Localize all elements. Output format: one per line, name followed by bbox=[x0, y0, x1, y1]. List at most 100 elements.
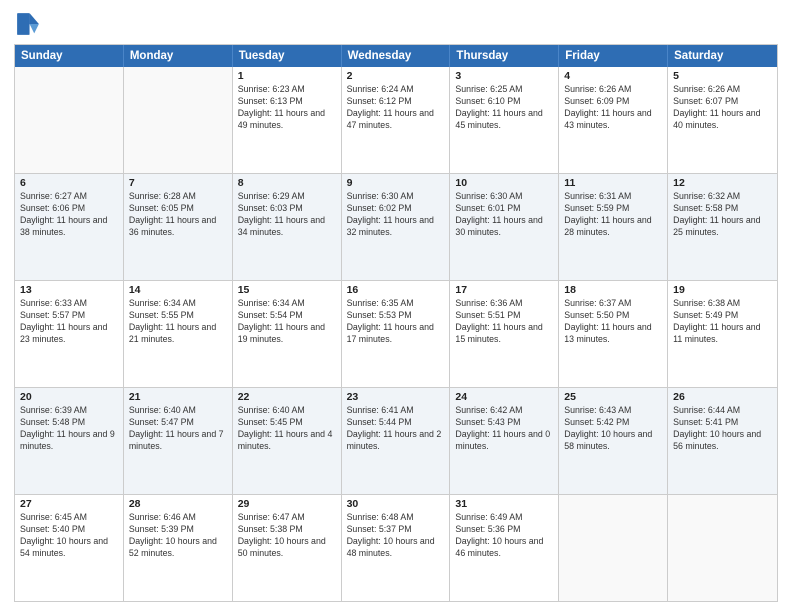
calendar-cell: 31Sunrise: 6:49 AMSunset: 5:36 PMDayligh… bbox=[450, 495, 559, 601]
sunrise-text: Sunrise: 6:26 AM bbox=[673, 84, 772, 96]
calendar-cell: 12Sunrise: 6:32 AMSunset: 5:58 PMDayligh… bbox=[668, 174, 777, 280]
sunrise-text: Sunrise: 6:29 AM bbox=[238, 191, 336, 203]
calendar-cell: 24Sunrise: 6:42 AMSunset: 5:43 PMDayligh… bbox=[450, 388, 559, 494]
sunrise-text: Sunrise: 6:37 AM bbox=[564, 298, 662, 310]
sunset-text: Sunset: 6:06 PM bbox=[20, 203, 118, 215]
calendar-cell: 5Sunrise: 6:26 AMSunset: 6:07 PMDaylight… bbox=[668, 67, 777, 173]
sunset-text: Sunset: 5:51 PM bbox=[455, 310, 553, 322]
sunset-text: Sunset: 5:36 PM bbox=[455, 524, 553, 536]
calendar-row: 13Sunrise: 6:33 AMSunset: 5:57 PMDayligh… bbox=[15, 280, 777, 387]
day-number: 21 bbox=[129, 391, 227, 403]
calendar-cell: 6Sunrise: 6:27 AMSunset: 6:06 PMDaylight… bbox=[15, 174, 124, 280]
daylight-text: Daylight: 11 hours and 40 minutes. bbox=[673, 108, 772, 132]
day-number: 25 bbox=[564, 391, 662, 403]
calendar-cell: 25 Sunrise: 6:43 AMSunset: 5:42 PMDayligh… bbox=[559, 388, 668, 494]
day-number: 9 bbox=[347, 177, 445, 189]
sunrise-text: Sunrise: 6:38 AM bbox=[673, 298, 772, 310]
day-number: 29 bbox=[238, 498, 336, 510]
sunset-text: Sunset: 6:12 PM bbox=[347, 96, 445, 108]
sunrise-text: Sunrise: 6:39 AM bbox=[20, 405, 118, 417]
logo-icon bbox=[14, 10, 42, 38]
sunset-text: Sunset: 5:42 PM bbox=[564, 417, 662, 429]
sunrise-text: Sunrise: 6:25 AM bbox=[455, 84, 553, 96]
day-number: 15 bbox=[238, 284, 336, 296]
calendar-cell: 2 Sunrise: 6:24 AMSunset: 6:12 PMDaylight… bbox=[342, 67, 451, 173]
daylight-text: Daylight: 11 hours and 9 minutes. bbox=[20, 429, 118, 453]
calendar-cell: 30Sunrise: 6:48 AMSunset: 5:37 PMDayligh… bbox=[342, 495, 451, 601]
daylight-text: Daylight: 11 hours and 38 minutes. bbox=[20, 215, 118, 239]
day-number: 17 bbox=[455, 284, 553, 296]
calendar: SundayMondayTuesdayWednesdayThursdayFrid… bbox=[14, 44, 778, 602]
sunset-text: Sunset: 5:39 PM bbox=[129, 524, 227, 536]
calendar-cell: 9Sunrise: 6:30 AMSunset: 6:02 PMDaylight… bbox=[342, 174, 451, 280]
daylight-text: Daylight: 10 hours and 58 minutes. bbox=[564, 429, 662, 453]
header bbox=[14, 10, 778, 38]
sunset-text: Sunset: 5:41 PM bbox=[673, 417, 772, 429]
sunset-text: Sunset: 5:40 PM bbox=[20, 524, 118, 536]
calendar-cell: 21Sunrise: 6:40 AMSunset: 5:47 PMDayligh… bbox=[124, 388, 233, 494]
day-number: 13 bbox=[20, 284, 118, 296]
calendar-cell: 28Sunrise: 6:46 AMSunset: 5:39 PMDayligh… bbox=[124, 495, 233, 601]
daylight-text: Daylight: 11 hours and 34 minutes. bbox=[238, 215, 336, 239]
day-number: 4 bbox=[564, 70, 662, 82]
day-number: 16 bbox=[347, 284, 445, 296]
sunset-text: Sunset: 5:49 PM bbox=[673, 310, 772, 322]
calendar-cell: 23Sunrise: 6:41 AMSunset: 5:44 PMDayligh… bbox=[342, 388, 451, 494]
sunrise-text: Sunrise: 6:47 AM bbox=[238, 512, 336, 524]
sunrise-text: Sunrise: 6:33 AM bbox=[20, 298, 118, 310]
day-number: 26 bbox=[673, 391, 772, 403]
sunset-text: Sunset: 6:10 PM bbox=[455, 96, 553, 108]
calendar-cell: 16Sunrise: 6:35 AMSunset: 5:53 PMDayligh… bbox=[342, 281, 451, 387]
day-number: 30 bbox=[347, 498, 445, 510]
calendar-row: 1Sunrise: 6:23 AMSunset: 6:13 PMDaylight… bbox=[15, 67, 777, 173]
day-number: 22 bbox=[238, 391, 336, 403]
daylight-text: Daylight: 11 hours and 36 minutes. bbox=[129, 215, 227, 239]
sunrise-text: Sunrise: 6:23 AM bbox=[238, 84, 336, 96]
sunrise-text: Sunrise: 6:30 AM bbox=[347, 191, 445, 203]
daylight-text: Daylight: 10 hours and 48 minutes. bbox=[347, 536, 445, 560]
calendar-cell bbox=[15, 67, 124, 173]
weekday-header: Thursday bbox=[450, 45, 559, 67]
calendar-cell: 8Sunrise: 6:29 AMSunset: 6:03 PMDaylight… bbox=[233, 174, 342, 280]
sunrise-text: Sunrise: 6:36 AM bbox=[455, 298, 553, 310]
daylight-text: Daylight: 11 hours and 2 minutes. bbox=[347, 429, 445, 453]
calendar-cell: 13Sunrise: 6:33 AMSunset: 5:57 PMDayligh… bbox=[15, 281, 124, 387]
day-number: 23 bbox=[347, 391, 445, 403]
day-number: 19 bbox=[673, 284, 772, 296]
sunrise-text: Sunrise: 6:24 AM bbox=[347, 84, 445, 96]
calendar-body: 1Sunrise: 6:23 AMSunset: 6:13 PMDaylight… bbox=[15, 67, 777, 601]
calendar-cell: 19 Sunrise: 6:38 AMSunset: 5:49 PMDayligh… bbox=[668, 281, 777, 387]
sunset-text: Sunset: 6:02 PM bbox=[347, 203, 445, 215]
sunset-text: Sunset: 5:38 PM bbox=[238, 524, 336, 536]
calendar-row: 20Sunrise: 6:39 AMSunset: 5:48 PMDayligh… bbox=[15, 387, 777, 494]
calendar-cell: 3Sunrise: 6:25 AMSunset: 6:10 PMDaylight… bbox=[450, 67, 559, 173]
day-number: 2 bbox=[347, 70, 445, 82]
calendar-cell: 27Sunrise: 6:45 AMSunset: 5:40 PMDayligh… bbox=[15, 495, 124, 601]
sunrise-text: Sunrise: 6:34 AM bbox=[238, 298, 336, 310]
sunset-text: Sunset: 6:01 PM bbox=[455, 203, 553, 215]
daylight-text: Daylight: 11 hours and 0 minutes. bbox=[455, 429, 553, 453]
calendar-header: SundayMondayTuesdayWednesdayThursdayFrid… bbox=[15, 45, 777, 67]
calendar-cell: 15Sunrise: 6:34 AMSunset: 5:54 PMDayligh… bbox=[233, 281, 342, 387]
weekday-header: Saturday bbox=[668, 45, 777, 67]
sunset-text: Sunset: 5:43 PM bbox=[455, 417, 553, 429]
weekday-header: Tuesday bbox=[233, 45, 342, 67]
calendar-cell: 17Sunrise: 6:36 AMSunset: 5:51 PMDayligh… bbox=[450, 281, 559, 387]
sunset-text: Sunset: 6:09 PM bbox=[564, 96, 662, 108]
sunrise-text: Sunrise: 6:43 AM bbox=[564, 405, 662, 417]
daylight-text: Daylight: 11 hours and 17 minutes. bbox=[347, 322, 445, 346]
sunset-text: Sunset: 5:48 PM bbox=[20, 417, 118, 429]
daylight-text: Daylight: 11 hours and 11 minutes. bbox=[673, 322, 772, 346]
daylight-text: Daylight: 11 hours and 47 minutes. bbox=[347, 108, 445, 132]
calendar-cell: 11Sunrise: 6:31 AMSunset: 5:59 PMDayligh… bbox=[559, 174, 668, 280]
daylight-text: Daylight: 11 hours and 23 minutes. bbox=[20, 322, 118, 346]
page: SundayMondayTuesdayWednesdayThursdayFrid… bbox=[0, 0, 792, 612]
calendar-cell: 20 Sunrise: 6:39 AMSunset: 5:48 PMDayligh… bbox=[15, 388, 124, 494]
logo bbox=[14, 10, 46, 38]
daylight-text: Daylight: 11 hours and 21 minutes. bbox=[129, 322, 227, 346]
day-number: 20 bbox=[20, 391, 118, 403]
calendar-cell: 18Sunrise: 6:37 AMSunset: 5:50 PMDayligh… bbox=[559, 281, 668, 387]
daylight-text: Daylight: 10 hours and 54 minutes. bbox=[20, 536, 118, 560]
sunrise-text: Sunrise: 6:34 AM bbox=[129, 298, 227, 310]
sunset-text: Sunset: 5:53 PM bbox=[347, 310, 445, 322]
